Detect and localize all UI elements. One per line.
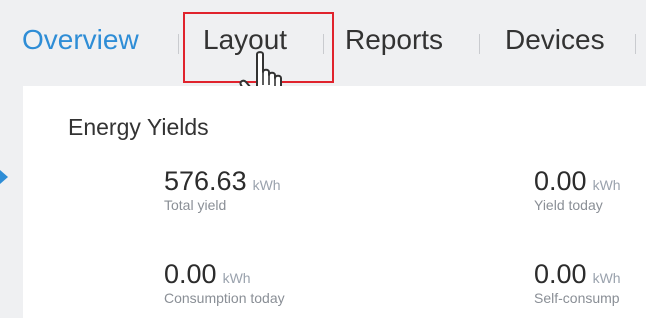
metric-value: 0.00	[534, 259, 587, 289]
metric-label: Yield today	[534, 197, 603, 213]
metric-label: Self-consump	[534, 290, 620, 306]
tab-reports[interactable]: Reports	[345, 22, 443, 58]
metric-label: Consumption today	[164, 290, 285, 306]
energy-yields-panel: Energy Yields 576.63 kWh Total yield 0.00…	[23, 86, 646, 318]
metric-self-consumption: 0.00 kWh Self-consump	[534, 259, 621, 306]
metric-unit: kWh	[592, 177, 621, 193]
tab-devices[interactable]: Devices	[505, 22, 605, 58]
metric-yield-today: 0.00 kWh Yield today	[534, 166, 621, 213]
metric-value: 0.00	[534, 166, 587, 196]
metric-consumption-today: 0.00 kWh Consumption today	[164, 259, 285, 306]
tab-separator	[635, 34, 636, 54]
tab-overview[interactable]: Overview	[22, 22, 139, 58]
metric-value: 576.63	[164, 166, 247, 196]
tab-separator	[178, 34, 179, 54]
chevron-right-icon[interactable]	[0, 170, 8, 184]
tab-separator	[479, 34, 480, 54]
metric-value: 0.00	[164, 259, 217, 289]
metric-unit: kWh	[592, 270, 621, 286]
metric-unit: kWh	[222, 270, 251, 286]
metric-total-yield: 576.63 kWh Total yield	[164, 166, 281, 213]
metric-label: Total yield	[164, 197, 227, 213]
panel-title: Energy Yields	[68, 114, 209, 140]
metric-unit: kWh	[252, 177, 281, 193]
